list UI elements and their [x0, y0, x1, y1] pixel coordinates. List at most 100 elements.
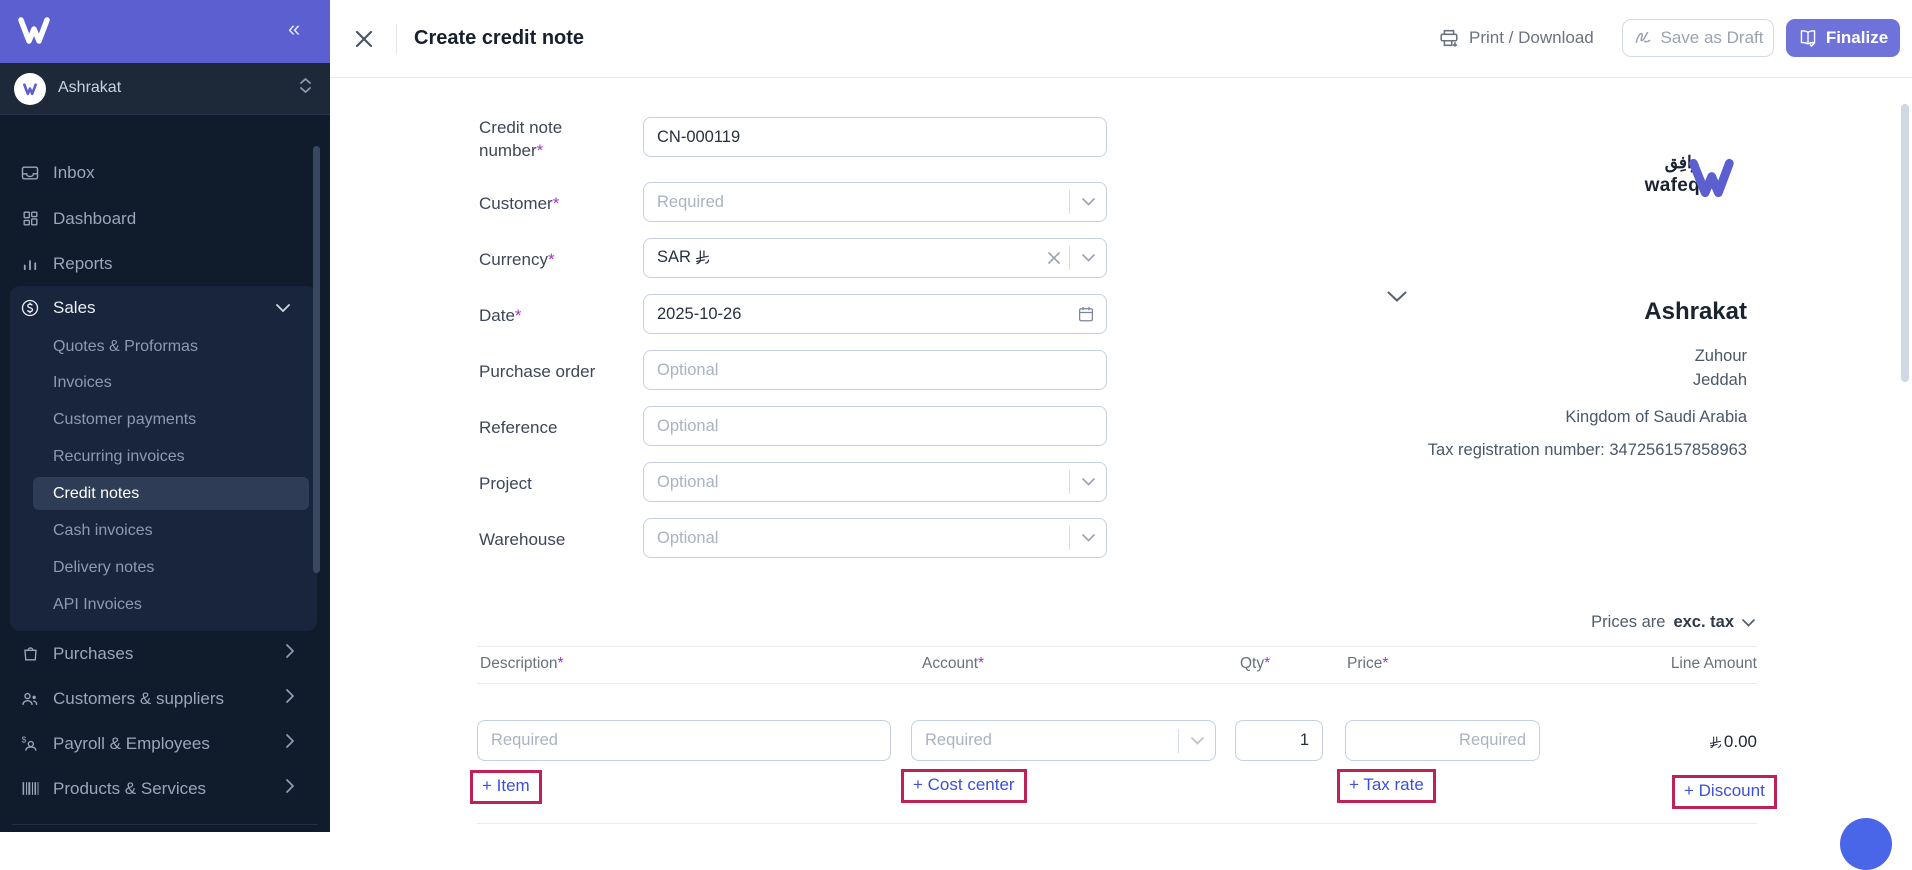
- project-dropdown-chevron-icon[interactable]: [1070, 463, 1106, 501]
- sidebar-subitem-label: Cash invoices: [53, 522, 153, 540]
- line-account-input[interactable]: [912, 721, 1215, 760]
- finalize-label: Finalize: [1826, 28, 1888, 48]
- wafeq-mini-logo-icon: [23, 83, 37, 96]
- warehouse-dropdown-chevron-icon[interactable]: [1070, 519, 1106, 557]
- calendar-icon[interactable]: [1066, 295, 1106, 333]
- line-qty-field[interactable]: [1235, 720, 1323, 761]
- table-border-top: [477, 646, 1757, 647]
- close-icon[interactable]: [352, 27, 376, 51]
- finalize-button[interactable]: Finalize: [1786, 19, 1900, 57]
- date-field[interactable]: [643, 294, 1107, 334]
- sidebar-subitem-label: Delivery notes: [53, 559, 154, 577]
- purchase-order-input[interactable]: [644, 351, 1106, 389]
- sidebar-item-dashboard[interactable]: Dashboard: [0, 196, 313, 241]
- field-label-purchase-order: Purchase order: [479, 360, 615, 383]
- currency-clear-icon[interactable]: [1039, 239, 1069, 277]
- line-price-field[interactable]: [1345, 720, 1540, 761]
- section-collapse-chevron-icon[interactable]: [1387, 291, 1407, 302]
- sidebar-item-recurring-invoices[interactable]: Recurring invoices: [10, 439, 317, 475]
- add-item-link[interactable]: + Item: [482, 776, 530, 795]
- credit-note-number-input[interactable]: [644, 118, 1106, 156]
- chevron-right-icon: [286, 689, 294, 708]
- project-input[interactable]: [644, 463, 1106, 501]
- sidebar-item-products-services[interactable]: Products & Services: [0, 766, 313, 811]
- add-discount-link[interactable]: + Discount: [1684, 781, 1765, 800]
- line-description-input[interactable]: [478, 721, 890, 760]
- add-tax-rate-link[interactable]: + Tax rate: [1349, 775, 1424, 794]
- inbox-icon: [20, 163, 40, 183]
- sidebar-item-purchases[interactable]: Purchases: [0, 631, 313, 676]
- sidebar-item-credit-notes[interactable]: Credit notes: [10, 476, 317, 512]
- warehouse-input[interactable]: [644, 519, 1106, 557]
- main-scrollbar[interactable]: [1901, 104, 1909, 382]
- sidebar-item-quotes-proformas[interactable]: Quotes & Proformas: [10, 329, 317, 365]
- sidebar-scrollbar[interactable]: [313, 146, 320, 573]
- chat-fab-button[interactable]: [1840, 818, 1892, 870]
- save-as-draft-button[interactable]: Save as Draft: [1622, 19, 1774, 57]
- barcode-icon: [20, 779, 40, 799]
- add-cost-center-link[interactable]: + Cost center: [913, 775, 1015, 794]
- currency-dropdown-chevron-icon[interactable]: [1070, 239, 1106, 277]
- prices-prefix: Prices are: [1591, 613, 1665, 632]
- sidebar-sales-group: Sales Quotes & Proformas Invoices Custom…: [10, 286, 317, 631]
- document-address-line1: Zuhour: [1695, 347, 1747, 366]
- sidebar-item-customer-payments[interactable]: Customer payments: [10, 402, 317, 438]
- saudi-riyal-symbol-icon: [696, 250, 709, 265]
- customer-input[interactable]: [644, 183, 1106, 221]
- customer-dropdown-chevron-icon[interactable]: [1070, 183, 1106, 221]
- sidebar-item-cash-invoices[interactable]: Cash invoices: [10, 513, 317, 549]
- field-label-reference: Reference: [479, 416, 615, 439]
- sidebar-item-sales[interactable]: Sales: [10, 286, 317, 330]
- sidebar-item-api-invoices[interactable]: API Invoices: [10, 587, 317, 623]
- add-discount-annotation-box: + Discount: [1672, 775, 1777, 809]
- field-label-warehouse: Warehouse: [479, 528, 615, 551]
- customers-icon: [20, 689, 40, 709]
- add-item-annotation-box: + Item: [470, 770, 542, 804]
- saudi-riyal-symbol-icon: [1710, 736, 1721, 749]
- currency-field[interactable]: SAR: [643, 238, 1107, 278]
- printer-icon: [1438, 27, 1460, 49]
- workspace-selector[interactable]: Ashrakat: [0, 63, 330, 115]
- chevron-right-icon: [286, 644, 294, 663]
- page-title: Create credit note: [414, 27, 584, 50]
- line-price-input[interactable]: [1346, 721, 1539, 760]
- account-dropdown-chevron-icon[interactable]: [1179, 721, 1215, 760]
- date-input[interactable]: [644, 295, 1106, 333]
- chevron-down-icon: [1742, 619, 1755, 627]
- save-as-draft-label: Save as Draft: [1661, 28, 1764, 48]
- prices-mode-toggle[interactable]: Prices are exc. tax: [1591, 613, 1755, 632]
- table-header-border-bottom: [477, 683, 1757, 684]
- sidebar-item-reports[interactable]: Reports: [0, 241, 313, 286]
- sidebar-divider: [12, 824, 318, 825]
- warehouse-field[interactable]: [643, 518, 1107, 558]
- purchase-order-field[interactable]: [643, 350, 1107, 390]
- sidebar-item-payroll-employees[interactable]: $ Payroll & Employees: [0, 721, 313, 766]
- print-download-button[interactable]: Print / Download: [1438, 27, 1594, 49]
- sidebar-item-invoices[interactable]: Invoices: [10, 365, 317, 401]
- sidebar-item-customers-suppliers[interactable]: Customers & suppliers: [0, 676, 313, 721]
- credit-note-number-field[interactable]: [643, 117, 1107, 157]
- sidebar-subitem-label: Customer payments: [53, 411, 196, 429]
- line-amount-value: 0.00: [1710, 732, 1757, 752]
- sidebar-collapse-button[interactable]: «: [288, 16, 298, 42]
- table-row-border-bottom: [477, 823, 1757, 824]
- add-tax-rate-annotation-box: + Tax rate: [1337, 769, 1436, 803]
- sidebar-item-label: Purchases: [53, 644, 133, 664]
- column-header-price: Price*: [1347, 655, 1388, 673]
- field-label-currency: Currency*: [479, 248, 615, 271]
- sidebar-subitem-label: Invoices: [53, 374, 112, 392]
- sidebar-item-label: Dashboard: [53, 209, 136, 229]
- line-account-field[interactable]: [911, 720, 1216, 761]
- sidebar-item-delivery-notes[interactable]: Delivery notes: [10, 550, 317, 586]
- line-description-field[interactable]: [477, 720, 891, 761]
- sidebar: « Ashrakat Inbox Dashboa: [0, 0, 330, 832]
- sidebar-item-inbox[interactable]: Inbox: [0, 150, 313, 195]
- reference-field[interactable]: [643, 406, 1107, 446]
- project-field[interactable]: [643, 462, 1107, 502]
- reference-input[interactable]: [644, 407, 1106, 445]
- line-qty-input[interactable]: [1236, 721, 1322, 760]
- workspace-avatar: [14, 73, 46, 105]
- document-country: Kingdom of Saudi Arabia: [1565, 408, 1747, 427]
- print-download-label: Print / Download: [1469, 28, 1594, 48]
- customer-field[interactable]: [643, 182, 1107, 222]
